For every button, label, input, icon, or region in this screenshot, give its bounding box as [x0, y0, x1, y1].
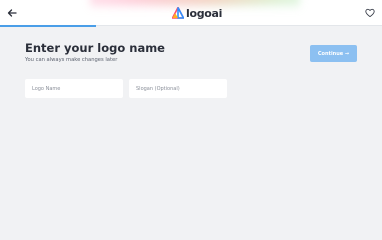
progress-fill [0, 25, 96, 27]
arrow-left-icon[interactable] [6, 7, 18, 19]
brand-logo-text: logoai [186, 6, 223, 20]
brand-logo[interactable]: logoai [172, 6, 222, 20]
triangle-logo-icon [172, 7, 184, 19]
heart-icon[interactable] [365, 8, 375, 18]
continue-button[interactable]: Continue → [310, 45, 357, 62]
slogan-input[interactable] [129, 79, 227, 98]
logo-name-input[interactable] [25, 79, 123, 98]
page-subtitle: You can always make changes later [25, 57, 118, 63]
page-title: Enter your logo name [25, 41, 165, 55]
